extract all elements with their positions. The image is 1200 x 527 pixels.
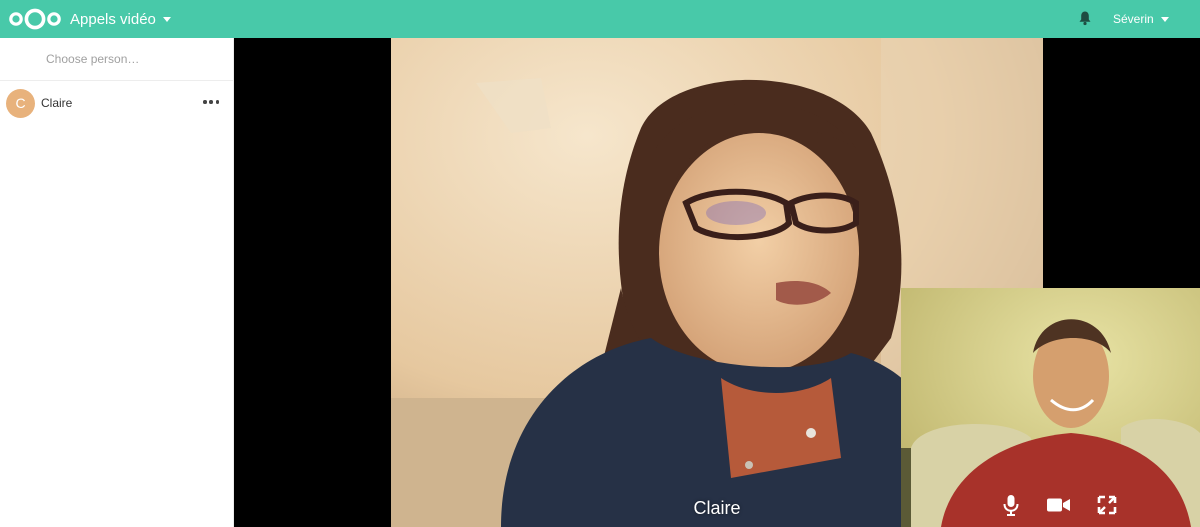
fullscreen-icon[interactable] — [1095, 493, 1119, 517]
user-name: Séverin — [1113, 12, 1154, 26]
choose-person-input[interactable] — [44, 51, 218, 67]
microphone-icon[interactable] — [999, 493, 1023, 517]
avatar: C — [6, 88, 35, 118]
app-menu[interactable]: Appels vidéo — [70, 0, 171, 38]
contact-name: Claire — [41, 96, 73, 110]
contact-item[interactable]: C Claire — [0, 81, 233, 125]
call-controls — [999, 489, 1119, 521]
caret-down-icon — [1160, 16, 1169, 22]
search-bar — [0, 38, 233, 81]
top-header: Appels vidéo Séverin — [0, 0, 1200, 38]
caret-down-icon — [162, 16, 171, 22]
bell-icon[interactable] — [1078, 10, 1092, 26]
nextcloud-logo-icon[interactable] — [8, 7, 62, 31]
sidebar: C Claire — [0, 38, 234, 527]
video-camera-icon[interactable] — [1047, 493, 1071, 517]
video-stage: Claire — [234, 38, 1200, 527]
more-dots-icon[interactable] — [203, 94, 219, 110]
user-menu[interactable]: Séverin — [1113, 0, 1169, 38]
app-title: Appels vidéo — [70, 10, 156, 28]
